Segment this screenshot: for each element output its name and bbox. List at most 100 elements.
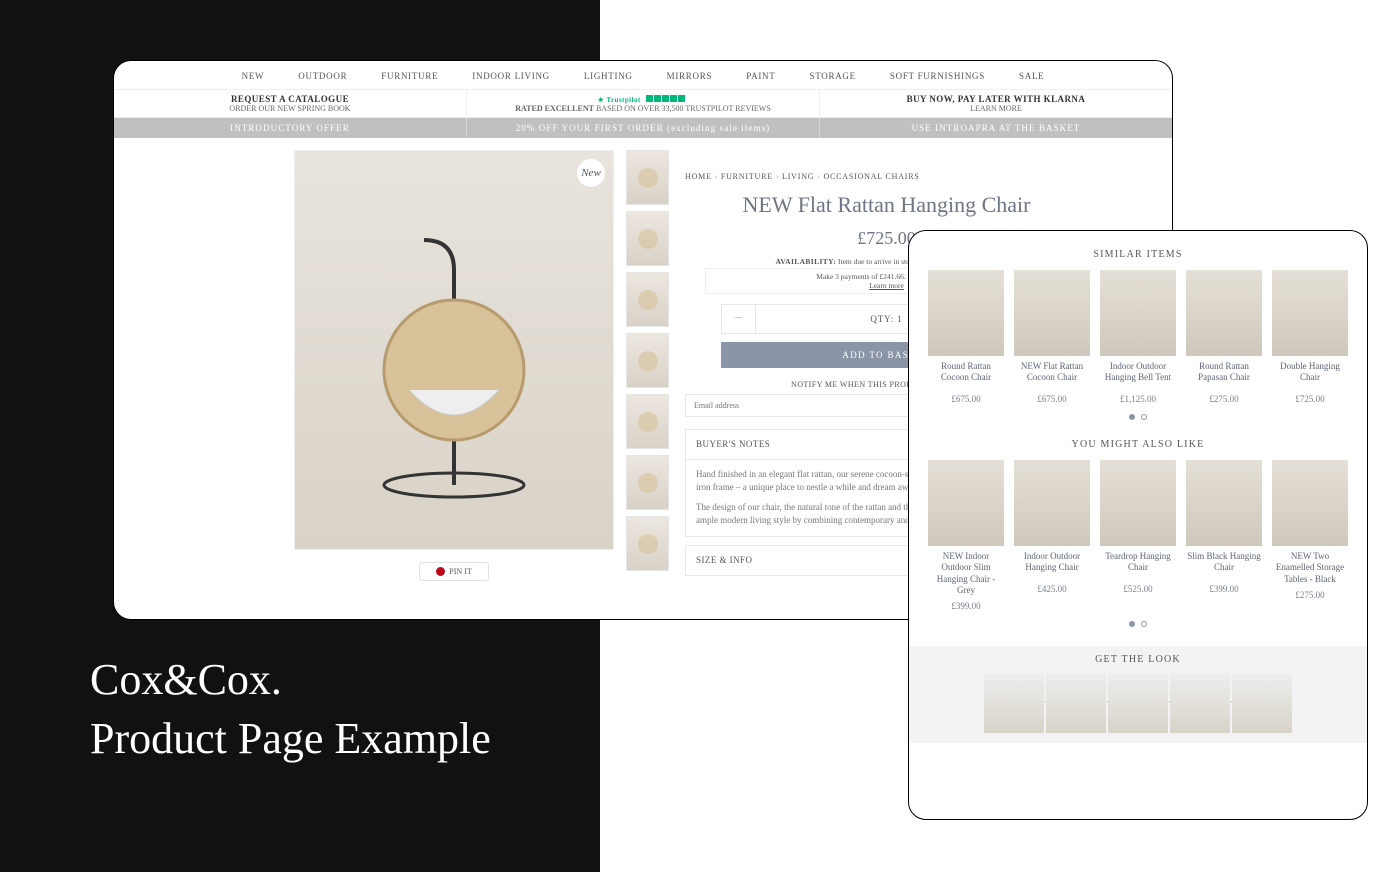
info-subtitle: LEARN MORE xyxy=(828,104,1164,113)
product-name: Indoor Outdoor Hanging Bell Tent xyxy=(1100,361,1176,389)
product-price: £1,125.00 xyxy=(1100,394,1176,404)
product-title: NEW Flat Rattan Hanging Chair xyxy=(685,191,1088,220)
look-item[interactable] xyxy=(1108,673,1168,733)
product-price: £399.00 xyxy=(928,601,1004,611)
product-price: £675.00 xyxy=(1014,394,1090,404)
also-like-title: YOU MIGHT ALSO LIKE xyxy=(927,439,1349,450)
nav-item[interactable]: SALE xyxy=(1019,71,1044,81)
product-card[interactable]: NEW Indoor Outdoor Slim Hanging Chair - … xyxy=(928,460,1004,611)
product-name: NEW Two Enamelled Storage Tables - Black xyxy=(1272,551,1348,585)
caption-line-2: Product Page Example xyxy=(90,714,491,763)
info-title: REQUEST A CATALOGUE xyxy=(122,94,458,104)
product-name: Slim Black Hanging Chair xyxy=(1186,551,1262,579)
nav-item[interactable]: STORAGE xyxy=(809,71,855,81)
nav-item[interactable]: INDOOR LIVING xyxy=(472,71,550,81)
product-thumb xyxy=(1272,460,1348,546)
product-price: £525.00 xyxy=(1100,584,1176,594)
product-price: £425.00 xyxy=(1014,584,1090,594)
breadcrumb: HOME FURNITURE LIVING OCCASIONAL CHAIRS xyxy=(685,172,1088,181)
product-hero-image[interactable]: New xyxy=(294,150,614,550)
dot-icon[interactable] xyxy=(1129,621,1135,627)
product-thumb xyxy=(928,270,1004,356)
crumb[interactable]: HOME xyxy=(685,172,721,181)
promo-cell: INTRODUCTORY OFFER xyxy=(114,118,467,138)
promo-banner: INTRODUCTORY OFFER 20% OFF YOUR FIRST OR… xyxy=(114,118,1172,138)
product-name: NEW Indoor Outdoor Slim Hanging Chair - … xyxy=(928,551,1004,596)
product-card[interactable]: Round Rattan Papasan Chair £275.00 xyxy=(1186,270,1262,404)
similar-pagination[interactable] xyxy=(927,412,1349,423)
product-price: £725.00 xyxy=(1272,394,1348,404)
product-name: NEW Flat Rattan Cocoon Chair xyxy=(1014,361,1090,389)
product-thumb xyxy=(1186,270,1262,356)
pin-it-button[interactable]: PIN IT xyxy=(419,562,489,581)
product-thumb xyxy=(1272,270,1348,356)
thumbnail[interactable] xyxy=(626,455,669,510)
thumbnail[interactable] xyxy=(626,211,669,266)
product-card[interactable]: Slim Black Hanging Chair £399.00 xyxy=(1186,460,1262,611)
crumb[interactable]: OCCASIONAL CHAIRS xyxy=(823,172,919,181)
slide-caption: Cox&Cox. Product Page Example xyxy=(90,650,491,769)
info-title: ★ Trustpilot xyxy=(475,94,811,104)
product-card[interactable]: Teardrop Hanging Chair £525.00 xyxy=(1100,460,1176,611)
look-item[interactable] xyxy=(1046,673,1106,733)
product-price: £399.00 xyxy=(1186,584,1262,594)
nav-item[interactable]: OUTDOOR xyxy=(298,71,347,81)
thumbnail[interactable] xyxy=(626,333,669,388)
product-thumb xyxy=(1100,460,1176,546)
similar-items-grid: Round Rattan Cocoon Chair£675.00 NEW Fla… xyxy=(927,270,1349,404)
also-like-pagination[interactable] xyxy=(927,619,1349,630)
pin-it-label: PIN IT xyxy=(449,567,471,576)
product-thumb xyxy=(1014,270,1090,356)
nav-item[interactable]: PAINT xyxy=(746,71,775,81)
look-item[interactable] xyxy=(1232,673,1292,733)
info-subtitle: RATED EXCELLENT BASED ON OVER 33,500 TRU… xyxy=(475,104,811,113)
info-title: BUY NOW, PAY LATER WITH KLARNA xyxy=(828,94,1164,104)
catalogue-link[interactable]: REQUEST A CATALOGUE ORDER OUR NEW SPRING… xyxy=(114,90,467,117)
product-name: Double Hanging Chair xyxy=(1272,361,1348,389)
promo-cell: 20% OFF YOUR FIRST ORDER (excluding sale… xyxy=(467,118,820,138)
crumb[interactable]: LIVING xyxy=(782,172,823,181)
product-card[interactable]: Round Rattan Cocoon Chair£675.00 xyxy=(928,270,1004,404)
product-thumb xyxy=(928,460,1004,546)
nav-item[interactable]: SOFT FURNISHINGS xyxy=(890,71,985,81)
qty-decrease-button[interactable]: − xyxy=(722,305,756,333)
look-item[interactable] xyxy=(984,673,1044,733)
thumbnail[interactable] xyxy=(626,272,669,327)
recommendations-panel: SIMILAR ITEMS Round Rattan Cocoon Chair£… xyxy=(908,230,1368,820)
product-price: £275.00 xyxy=(1186,394,1262,404)
product-thumb xyxy=(1100,270,1176,356)
thumbnail-strip xyxy=(626,150,669,581)
dot-icon[interactable] xyxy=(1129,414,1135,420)
caption-line-1: Cox&Cox. xyxy=(90,655,282,704)
nav-item[interactable]: LIGHTING xyxy=(584,71,633,81)
get-the-look-title: GET THE LOOK xyxy=(909,654,1367,665)
nav-item[interactable]: NEW xyxy=(242,71,265,81)
product-card[interactable]: Indoor Outdoor Hanging Bell Tent £1,125.0… xyxy=(1100,270,1176,404)
nav-item[interactable]: MIRRORS xyxy=(667,71,713,81)
product-card[interactable]: Double Hanging Chair £725.00 xyxy=(1272,270,1348,404)
look-item[interactable] xyxy=(1170,673,1230,733)
info-banner: REQUEST A CATALOGUE ORDER OUR NEW SPRING… xyxy=(114,90,1172,118)
product-name: Teardrop Hanging Chair xyxy=(1100,551,1176,579)
product-name: Round Rattan Cocoon Chair xyxy=(928,361,1004,389)
product-name: Round Rattan Papasan Chair xyxy=(1186,361,1262,389)
trustpilot-link[interactable]: ★ Trustpilot RATED EXCELLENT BASED ON OV… xyxy=(467,90,820,117)
hero-column: New PIN IT xyxy=(294,150,614,581)
nav-item[interactable]: FURNITURE xyxy=(381,71,438,81)
accordion-title: BUYER'S NOTES xyxy=(696,439,770,449)
klarna-info-link[interactable]: BUY NOW, PAY LATER WITH KLARNA LEARN MOR… xyxy=(820,90,1172,117)
thumbnail[interactable] xyxy=(626,516,669,571)
thumbnail[interactable] xyxy=(626,394,669,449)
product-thumb xyxy=(1186,460,1262,546)
promo-cell: USE INTROAPRA AT THE BASKET xyxy=(820,118,1172,138)
crumb[interactable]: FURNITURE xyxy=(721,172,782,181)
hanging-chair-icon xyxy=(354,230,554,510)
trustpilot-stars-icon xyxy=(646,95,685,102)
product-card[interactable]: NEW Two Enamelled Storage Tables - Black… xyxy=(1272,460,1348,611)
product-card[interactable]: NEW Flat Rattan Cocoon Chair £675.00 xyxy=(1014,270,1090,404)
dot-icon[interactable] xyxy=(1141,414,1147,420)
dot-icon[interactable] xyxy=(1141,621,1147,627)
get-the-look-row xyxy=(909,673,1367,733)
thumbnail[interactable] xyxy=(626,150,669,205)
product-card[interactable]: Indoor Outdoor Hanging Chair£425.00 xyxy=(1014,460,1090,611)
